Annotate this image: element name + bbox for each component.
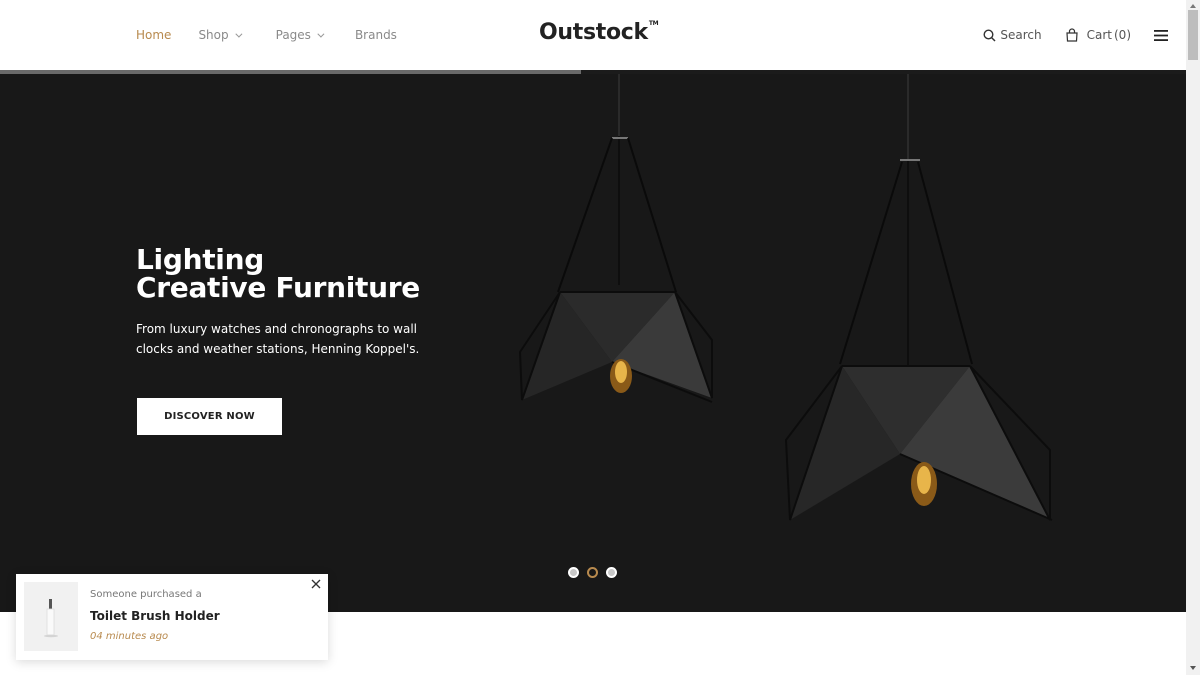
search-button[interactable]: Search bbox=[983, 28, 1042, 42]
nav-pages[interactable]: Pages bbox=[275, 28, 325, 42]
slider-dot-2[interactable] bbox=[587, 567, 598, 578]
cart-count: (0) bbox=[1114, 28, 1131, 42]
pendant-lamp-right bbox=[784, 70, 1053, 521]
chevron-down-icon bbox=[317, 30, 325, 38]
notification-product-name[interactable]: Toilet Brush Holder bbox=[90, 609, 220, 623]
purchase-notification: Someone purchased a Toilet Brush Holder … bbox=[16, 574, 328, 660]
nav-brands[interactable]: Brands bbox=[355, 28, 397, 42]
pendant-lamp-left bbox=[518, 70, 713, 403]
menu-button[interactable] bbox=[1154, 29, 1172, 41]
site-logo[interactable]: OutstockTM bbox=[539, 19, 659, 45]
nav-home[interactable]: Home bbox=[136, 28, 171, 42]
chevron-down-icon bbox=[235, 30, 243, 38]
notification-message: Someone purchased a bbox=[90, 589, 202, 600]
search-icon bbox=[983, 28, 996, 42]
scroll-down-arrow-icon[interactable] bbox=[1190, 666, 1196, 670]
site-header: Home Shop Pages Brands OutstockTM Search bbox=[0, 0, 1186, 70]
notification-time: 04 minutes ago bbox=[90, 631, 169, 642]
nav-shop-label: Shop bbox=[198, 28, 229, 42]
product-thumbnail[interactable] bbox=[24, 582, 78, 651]
trademark-mark: TM bbox=[648, 19, 659, 27]
scrollbar-thumb[interactable] bbox=[1188, 10, 1198, 60]
search-label: Search bbox=[1000, 28, 1042, 42]
discover-now-button[interactable]: DISCOVER NOW bbox=[137, 398, 282, 435]
slider-progress-fill bbox=[0, 70, 582, 74]
hero-slider: Lighting Creative Furniture From luxury … bbox=[0, 70, 1186, 612]
close-icon[interactable] bbox=[310, 578, 322, 590]
nav-shop[interactable]: Shop bbox=[198, 28, 243, 42]
nav-pages-label: Pages bbox=[275, 28, 311, 42]
nav-brands-label: Brands bbox=[354, 28, 397, 42]
cart-button[interactable]: Cart (0) bbox=[1065, 28, 1131, 42]
pendant-lamps-image bbox=[518, 70, 1053, 521]
logo-text: Outstock bbox=[539, 20, 648, 45]
nav-home-label: Home bbox=[136, 28, 172, 42]
header-tools: Search Cart (0) bbox=[983, 0, 1172, 70]
scroll-up-arrow-icon[interactable] bbox=[1190, 4, 1196, 8]
hero-title-line2: Creative Furniture bbox=[136, 271, 420, 304]
hero-title: Lighting Creative Furniture bbox=[136, 246, 420, 302]
main-nav: Home Shop Pages Brands bbox=[136, 0, 397, 70]
slider-pagination bbox=[568, 567, 625, 578]
cart-label: Cart bbox=[1086, 28, 1112, 42]
hamburger-menu-icon bbox=[1154, 29, 1168, 41]
page-scrollbar[interactable] bbox=[1186, 0, 1200, 675]
slider-dot-1[interactable] bbox=[568, 567, 579, 578]
hero-description: From luxury watches and chronographs to … bbox=[136, 322, 420, 356]
slider-dot-3[interactable] bbox=[606, 567, 617, 578]
toilet-brush-image bbox=[44, 599, 58, 638]
shopping-bag-icon bbox=[1065, 28, 1078, 42]
hero-title-line1: Lighting bbox=[136, 243, 264, 276]
